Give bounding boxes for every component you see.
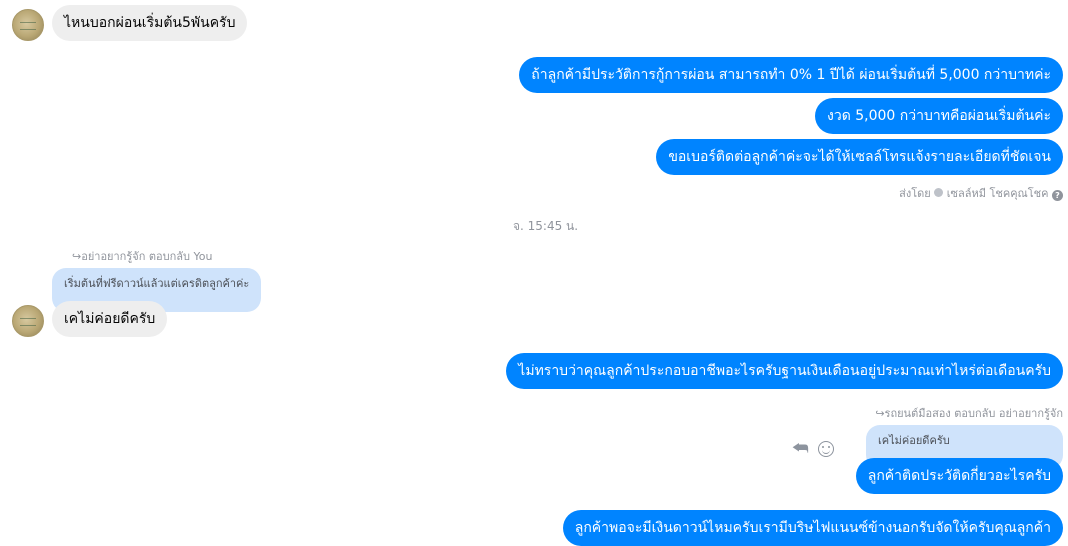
sender-name[interactable]: เซลล์หมี โชคคุณโชค bbox=[947, 187, 1049, 200]
help-icon[interactable]: ? bbox=[1052, 190, 1063, 201]
timestamp: จ. 15:45 น. bbox=[513, 219, 579, 233]
outgoing-message[interactable]: งวด 5,000 กว่าบาทคือผ่อนเริ่มต้นค่ะ bbox=[815, 98, 1063, 134]
outgoing-message[interactable]: ไม่ทราบว่าคุณลูกค้าประกอบอาชีพอะไรครับฐา… bbox=[506, 353, 1063, 389]
outgoing-message[interactable]: ลูกค้าพอจะมีเงินดาวน์ไหมครับเรามีบริษไฟแ… bbox=[562, 510, 1063, 546]
avatar[interactable] bbox=[12, 305, 44, 337]
reply-meta-text: อย่าอยากรู้จัก ตอบกลับ You bbox=[81, 250, 213, 263]
reply-small-icon: ↪ bbox=[72, 250, 82, 263]
sent-by-label: ส่งโดย bbox=[899, 187, 931, 200]
reply-small-icon: ↪ bbox=[875, 407, 885, 420]
incoming-message[interactable]: ไหนบอกผ่อนเริ่มต้น5พันครับ bbox=[52, 5, 248, 41]
reply-meta: ↪อย่าอยากรู้จัก ตอบกลับ You bbox=[72, 247, 212, 265]
outgoing-message[interactable]: ลูกค้าติดประวัติดกี่ยวอะไรครับ bbox=[855, 458, 1063, 494]
reply-meta-text: รถยนต์มือสอง ตอบกลับ อย่าอยากรู้จัก bbox=[884, 407, 1063, 420]
outgoing-message[interactable]: ขอเบอร์ติดต่อลูกค้าค่ะจะได้ให้เซลล์โทรแจ… bbox=[656, 139, 1063, 175]
reply-icon[interactable]: ⮪ bbox=[792, 439, 809, 459]
incoming-message[interactable]: เคไม่ค่อยดีครับ bbox=[52, 301, 168, 337]
smile-icon[interactable] bbox=[818, 441, 834, 457]
avatar[interactable] bbox=[12, 9, 44, 41]
reply-meta: ↪รถยนต์มือสอง ตอบกลับ อย่าอยากรู้จัก bbox=[875, 404, 1063, 422]
dot-icon bbox=[934, 188, 944, 197]
outgoing-message[interactable]: ถ้าลูกค้ามีประวัติการกู้การผ่อน สามารถทำ… bbox=[519, 57, 1063, 93]
sent-by-info: ส่งโดย เซลล์หมี โชคคุณโชค ? bbox=[899, 184, 1063, 202]
